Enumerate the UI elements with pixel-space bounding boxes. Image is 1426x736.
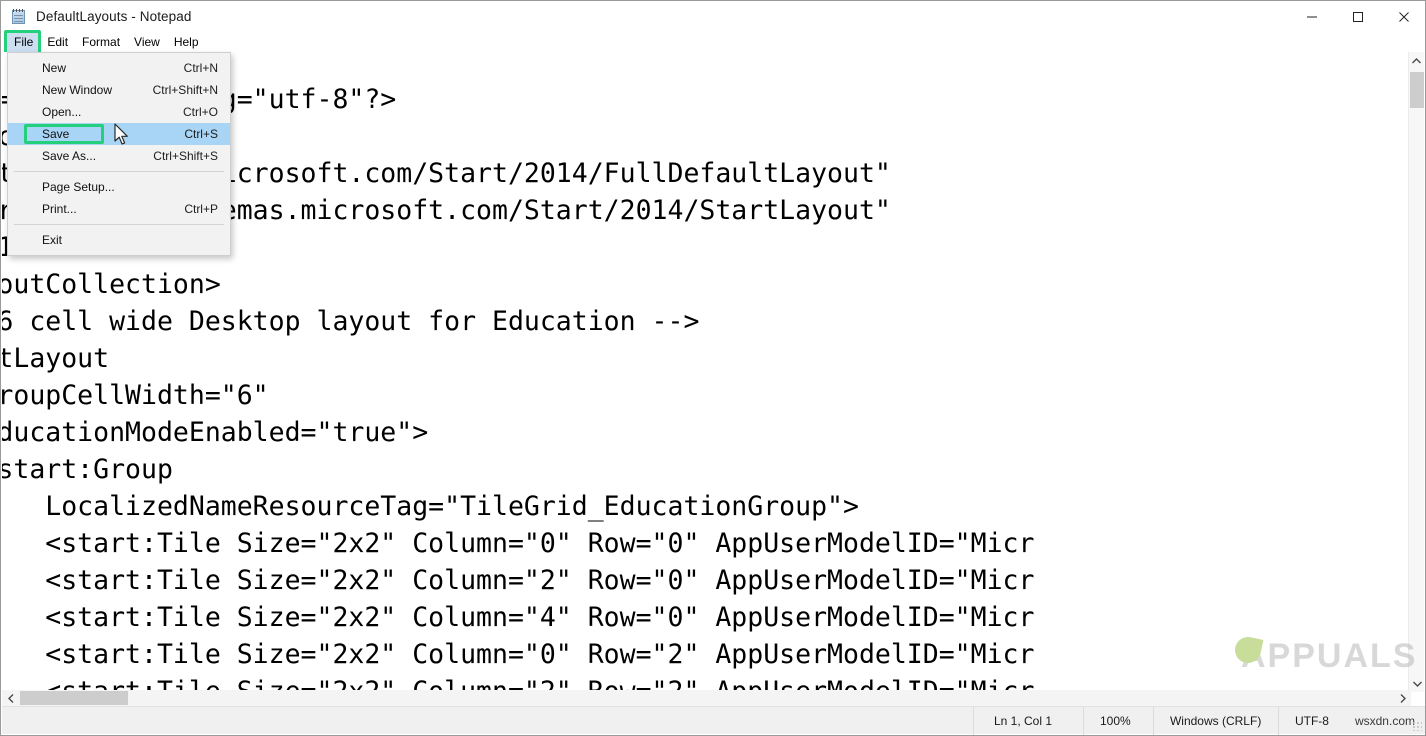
menu-bar: File Edit Format View Help bbox=[1, 32, 1426, 52]
menu-separator-2 bbox=[14, 224, 224, 225]
menu-item-save-as[interactable]: Save As... Ctrl+Shift+S bbox=[8, 145, 230, 167]
minimize-icon[interactable] bbox=[1289, 1, 1335, 32]
menu-item-print-accel: Ctrl+P bbox=[184, 202, 218, 216]
menubar-item-format[interactable]: Format bbox=[75, 33, 127, 52]
menu-item-new-label: New bbox=[42, 61, 66, 75]
menu-item-page-setup-label: Page Setup... bbox=[42, 180, 115, 194]
menu-item-new-accel: Ctrl+N bbox=[184, 61, 218, 75]
menu-item-save-accel: Ctrl+S bbox=[184, 127, 218, 141]
scroll-down-icon[interactable] bbox=[1409, 675, 1425, 692]
menu-item-save-label: Save bbox=[42, 127, 69, 141]
window-controls bbox=[1289, 1, 1426, 32]
menu-item-open-accel: Ctrl+O bbox=[183, 105, 218, 119]
notepad-icon bbox=[11, 9, 27, 25]
title-bar: DefaultLayouts - Notepad bbox=[1, 1, 1426, 32]
resize-grip-icon[interactable] bbox=[1412, 721, 1422, 731]
menubar-item-format-label: Format bbox=[82, 35, 120, 49]
scroll-up-icon[interactable] bbox=[1409, 52, 1424, 69]
status-zoom-level[interactable]: 100% bbox=[1083, 707, 1153, 735]
menu-item-open[interactable]: Open... Ctrl+O bbox=[8, 101, 230, 123]
menu-item-page-setup[interactable]: Page Setup... bbox=[8, 176, 230, 198]
maximize-icon[interactable] bbox=[1335, 1, 1381, 32]
horizontal-scroll-thumb[interactable] bbox=[20, 691, 128, 705]
menu-item-save-as-label: Save As... bbox=[42, 149, 96, 163]
status-cursor-position: Ln 1, Col 1 bbox=[973, 707, 1083, 735]
status-line-ending: Windows (CRLF) bbox=[1153, 707, 1278, 735]
menu-item-save[interactable]: Save Ctrl+S bbox=[8, 123, 230, 145]
menu-item-new-window[interactable]: New Window Ctrl+Shift+N bbox=[8, 79, 230, 101]
menu-item-print-label: Print... bbox=[42, 202, 77, 216]
menu-item-open-label: Open... bbox=[42, 105, 81, 119]
status-bar: Ln 1, Col 1 100% Windows (CRLF) UTF-8 ws… bbox=[2, 706, 1425, 734]
file-dropdown-menu: New Ctrl+N New Window Ctrl+Shift+N Open.… bbox=[7, 52, 231, 256]
menu-separator-1 bbox=[14, 171, 224, 172]
menu-item-save-as-accel: Ctrl+Shift+S bbox=[153, 149, 218, 163]
menu-item-new-window-accel: Ctrl+Shift+N bbox=[153, 83, 218, 97]
status-encoding: UTF-8 bbox=[1278, 707, 1353, 735]
menu-item-exit-label: Exit bbox=[42, 233, 62, 247]
scroll-left-icon[interactable] bbox=[2, 690, 19, 706]
menubar-item-help[interactable]: Help bbox=[167, 33, 206, 52]
menubar-item-file-label: File bbox=[14, 35, 33, 49]
menubar-item-edit-label: Edit bbox=[47, 35, 68, 49]
menu-item-print[interactable]: Print... Ctrl+P bbox=[8, 198, 230, 220]
menubar-item-edit[interactable]: Edit bbox=[40, 33, 75, 52]
menubar-item-help-label: Help bbox=[174, 35, 199, 49]
menu-item-new[interactable]: New Ctrl+N bbox=[8, 57, 230, 79]
menu-item-exit[interactable]: Exit bbox=[8, 229, 230, 251]
vertical-scroll-thumb[interactable] bbox=[1410, 72, 1424, 108]
notepad-window: DefaultLayouts - Notepad File Edit Forma… bbox=[0, 0, 1426, 736]
menu-item-new-window-label: New Window bbox=[42, 83, 112, 97]
window-title: DefaultLayouts - Notepad bbox=[36, 1, 192, 32]
menubar-item-view-label: View bbox=[134, 35, 160, 49]
menubar-item-view[interactable]: View bbox=[127, 33, 167, 52]
vertical-scrollbar[interactable] bbox=[1408, 52, 1424, 692]
horizontal-scrollbar[interactable] bbox=[2, 690, 1411, 706]
menubar-item-file[interactable]: File bbox=[7, 33, 40, 52]
scroll-right-icon[interactable] bbox=[1394, 690, 1411, 706]
close-icon[interactable] bbox=[1381, 1, 1426, 32]
